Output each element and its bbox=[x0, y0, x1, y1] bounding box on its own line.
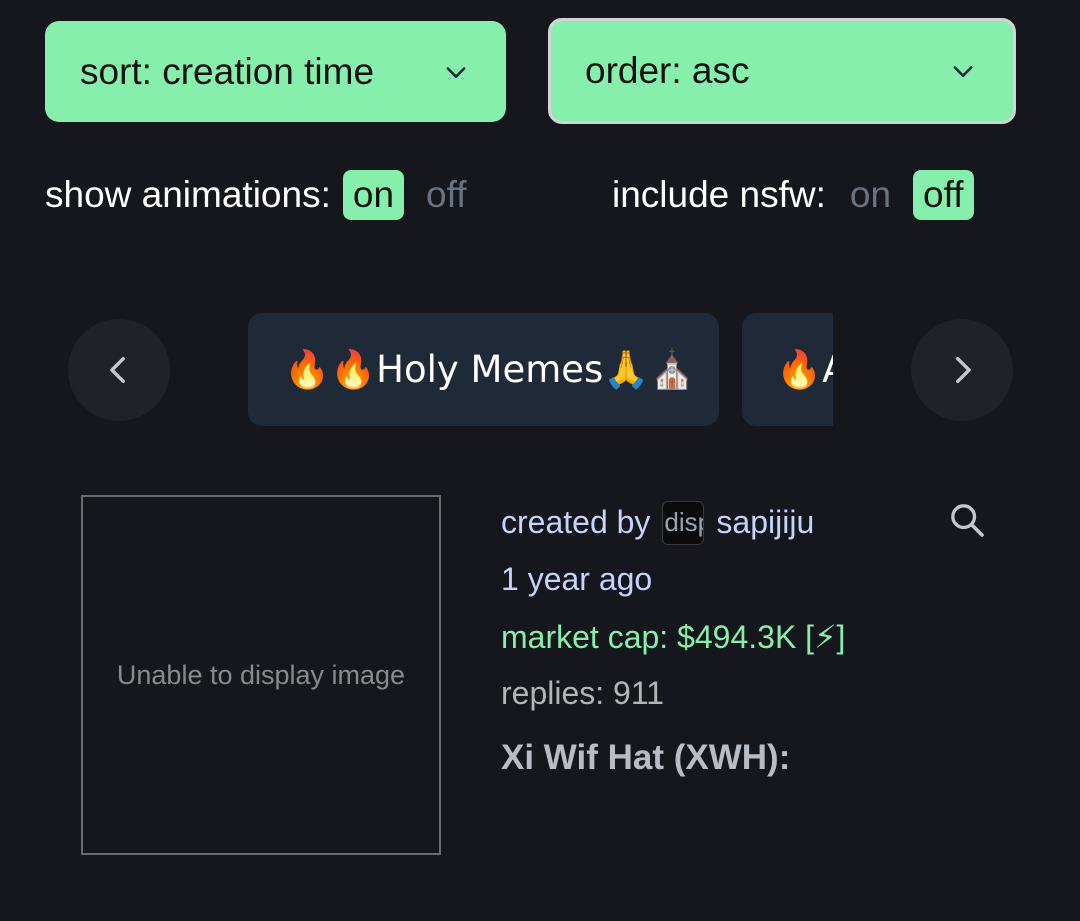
category-chip[interactable]: 🔥A bbox=[742, 313, 833, 426]
sort-dropdown-label: sort: creation time bbox=[80, 50, 375, 92]
created-by-prefix: created by bbox=[501, 504, 651, 540]
carousel-prev-button[interactable] bbox=[68, 319, 170, 421]
search-icon[interactable] bbox=[947, 500, 987, 540]
category-carousel: 🔥🔥Holy Memes🙏⛪ 🔥A bbox=[248, 313, 833, 426]
image-fallback-text: Unable to display image bbox=[116, 659, 406, 690]
avatar-alt-text: disp bbox=[664, 507, 703, 537]
market-cap: market cap: $494.3K [⚡] bbox=[501, 618, 846, 655]
carousel-next-button[interactable] bbox=[911, 319, 1013, 421]
sort-dropdown[interactable]: sort: creation time bbox=[45, 21, 506, 122]
show-animations-toggle: show animations: on off bbox=[45, 167, 489, 223]
token-title[interactable]: Xi Wif Hat (XWH): bbox=[501, 728, 845, 788]
token-info: created by disp sapijiju 1 year ago mark… bbox=[501, 494, 845, 788]
animations-off-option[interactable]: off bbox=[416, 170, 476, 220]
created-by-line: created by disp sapijiju bbox=[501, 494, 845, 551]
nsfw-off-option[interactable]: off bbox=[913, 170, 974, 220]
token-image[interactable]: Unable to display image bbox=[81, 495, 441, 855]
category-chip[interactable]: 🔥🔥Holy Memes🙏⛪ bbox=[248, 313, 719, 426]
chevron-down-icon bbox=[446, 66, 466, 78]
creator-link[interactable]: sapijiju bbox=[716, 504, 814, 541]
chevron-right-icon bbox=[956, 356, 971, 384]
replies-count: replies: 911 bbox=[501, 675, 665, 711]
avatar: disp bbox=[662, 500, 705, 545]
animations-on-option[interactable]: on bbox=[342, 170, 405, 220]
order-dropdown[interactable]: order: asc bbox=[548, 18, 1016, 124]
page: sort: creation time order: asc show anim… bbox=[0, 0, 1080, 921]
include-nsfw-toggle: include nsfw: on off bbox=[612, 167, 986, 223]
order-dropdown-label: order: asc bbox=[585, 50, 750, 91]
created-age: 1 year ago bbox=[501, 561, 653, 597]
include-nsfw-label: include nsfw: bbox=[612, 174, 826, 215]
chevron-left-icon bbox=[110, 356, 125, 384]
show-animations-label: show animations: bbox=[45, 174, 331, 215]
nsfw-on-option[interactable]: on bbox=[840, 170, 901, 220]
chevron-down-icon bbox=[953, 66, 973, 77]
